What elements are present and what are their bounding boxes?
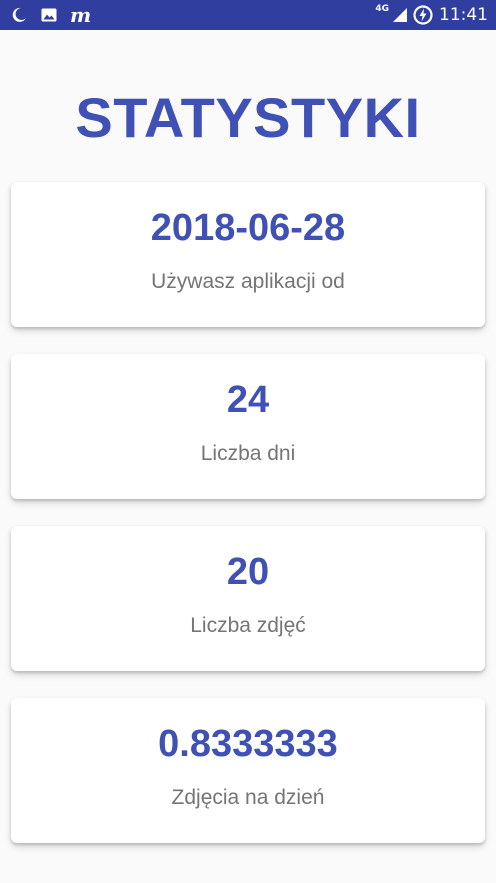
network-type: 4G (375, 4, 389, 14)
status-bar-system: 4G 11:41 (375, 0, 488, 30)
stat-card-days: 24 Liczba dni (11, 354, 485, 499)
stat-label: Używasz aplikacji od (151, 270, 345, 293)
stat-label: Liczba zdjęć (190, 614, 306, 637)
stat-value: 24 (226, 379, 270, 421)
clock: 11:41 (439, 5, 488, 25)
stat-card-start-date: 2018-06-28 Używasz aplikacji od (11, 182, 485, 327)
image-icon (40, 6, 58, 24)
page-title: STATYSTYKI (75, 86, 421, 149)
stat-label: Zdjęcia na dzień (171, 786, 325, 809)
stat-value: 0.8333333 (158, 723, 338, 765)
status-bar-notifications: m (10, 0, 91, 30)
stat-value: 2018-06-28 (150, 207, 346, 249)
stat-value: 20 (226, 551, 270, 593)
stat-card-photos: 20 Liczba zdjęć (11, 526, 485, 671)
status-bar: m 4G 11:41 (0, 0, 496, 30)
battery-charging-icon (413, 5, 433, 25)
m-icon: m (70, 3, 92, 27)
moon-icon (10, 6, 28, 24)
stat-label: Liczba dni (200, 442, 296, 465)
signal-icon (391, 6, 409, 24)
stat-card-photos-per-day: 0.8333333 Zdjęcia na dzień (11, 698, 485, 843)
